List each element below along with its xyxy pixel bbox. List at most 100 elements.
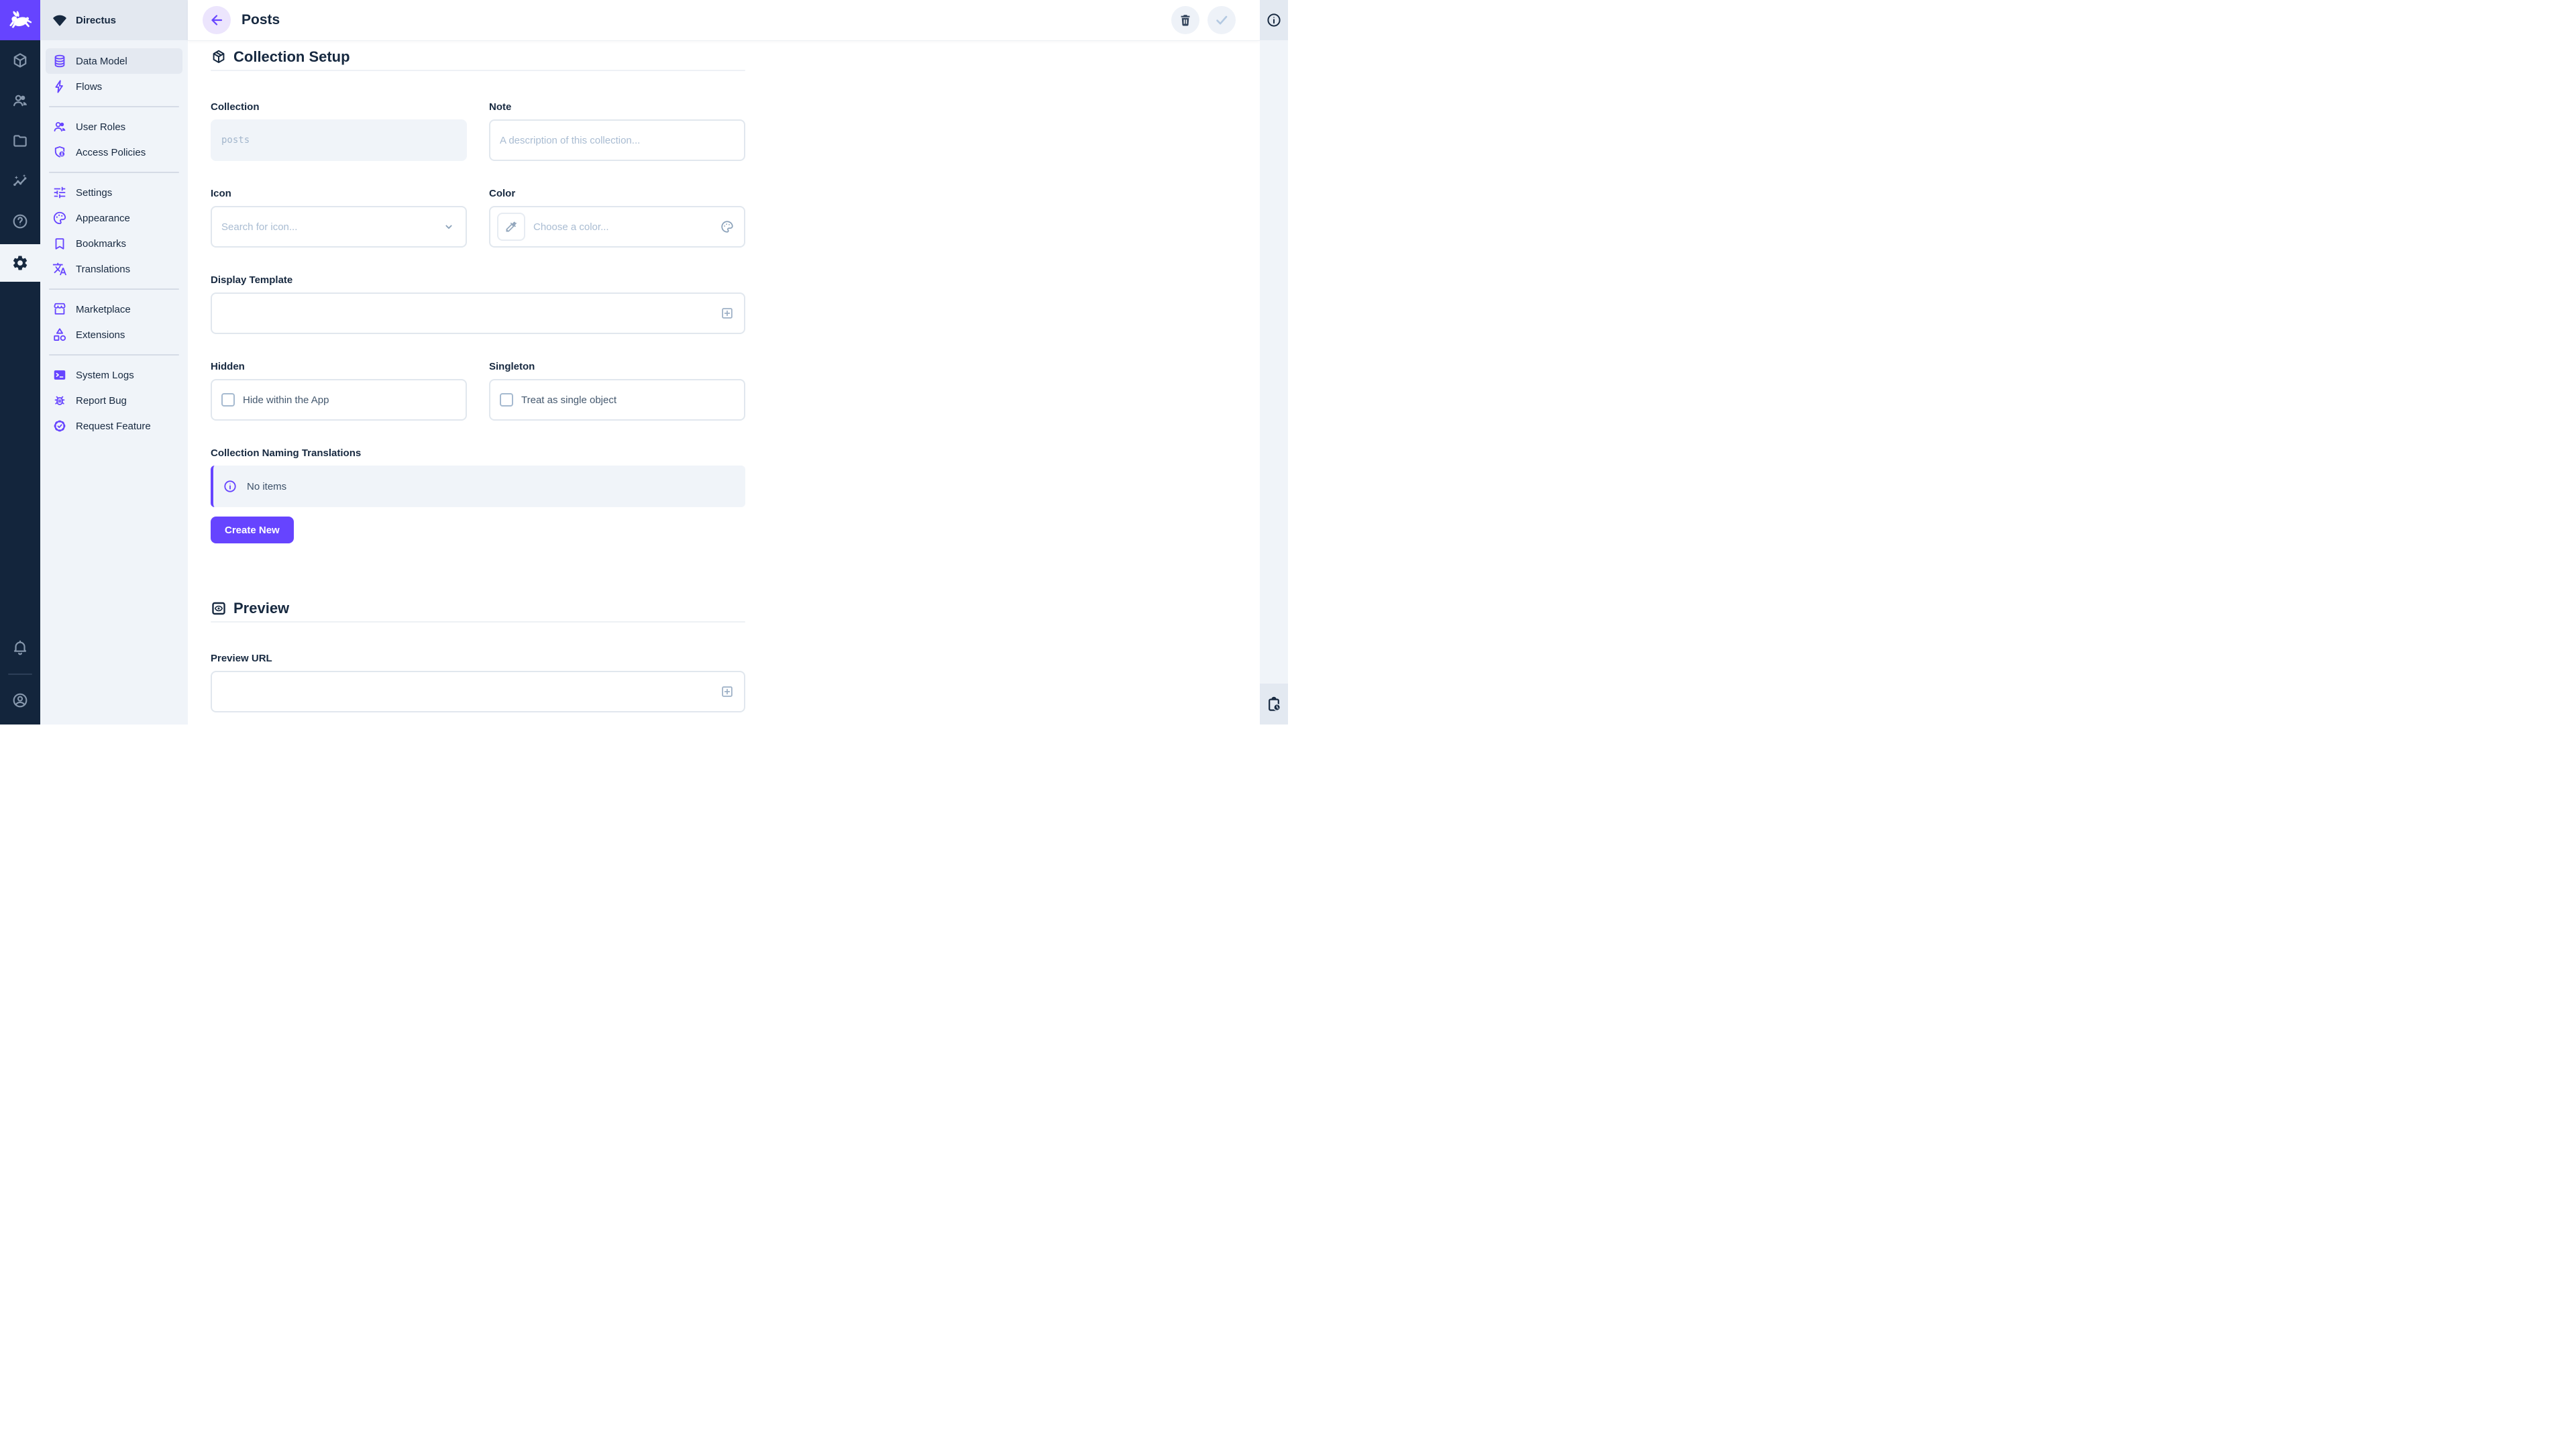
nav-sidebar: Directus Data Model (40, 0, 188, 724)
field-label: Preview URL (211, 653, 745, 665)
field-label: Hidden (211, 361, 467, 373)
nav-item-translations[interactable]: Translations (46, 256, 182, 282)
eyedropper-button[interactable] (497, 213, 525, 241)
nav-item-data-model[interactable]: Data Model (46, 48, 182, 74)
project-name: Directus (76, 15, 116, 26)
add-box-icon[interactable] (720, 306, 735, 321)
collection-value: posts (221, 135, 250, 146)
collection-setup-form: Collection posts Note Icon (211, 101, 745, 543)
preview-url-input-wrap[interactable] (211, 671, 745, 712)
module-insights-button[interactable] (0, 161, 40, 201)
right-sidebar-strip (1260, 0, 1288, 724)
info-panel-button[interactable] (1260, 0, 1288, 40)
module-file-library-button[interactable] (0, 121, 40, 161)
preview-url-input[interactable] (221, 686, 720, 698)
nav-item-label: Access Policies (76, 147, 146, 158)
nav-item-extensions[interactable]: Extensions (46, 322, 182, 347)
rabbit-logo-icon (7, 7, 33, 33)
nav-item-label: Extensions (76, 329, 125, 341)
nav-item-label: Settings (76, 187, 112, 199)
note-input[interactable] (500, 135, 735, 146)
collection-input-disabled: posts (211, 119, 467, 161)
singleton-checkbox-row[interactable]: Treat as single object (489, 379, 745, 421)
seal-check-icon (52, 418, 68, 434)
bookmark-icon (52, 235, 68, 252)
module-bar-divider (8, 674, 32, 675)
directus-logo-button[interactable] (0, 0, 40, 40)
icon-select[interactable] (211, 206, 467, 248)
save-button-disabled[interactable] (1208, 6, 1236, 34)
nav-item-marketplace[interactable]: Marketplace (46, 297, 182, 322)
nav-divider (49, 354, 179, 356)
display-template-input[interactable] (221, 308, 720, 319)
field-hidden: Hidden Hide within the App (211, 361, 467, 421)
field-label: Collection (211, 101, 467, 113)
chevron-down-icon[interactable] (441, 219, 456, 234)
section-divider (211, 70, 745, 71)
hidden-checkbox[interactable] (221, 393, 235, 407)
nav-item-bookmarks[interactable]: Bookmarks (46, 231, 182, 256)
check-icon (1214, 12, 1230, 28)
field-note: Note (489, 101, 745, 161)
notifications-button[interactable] (0, 628, 40, 668)
empty-items-text: No items (247, 481, 286, 492)
folder-icon (11, 132, 29, 150)
nav-item-appearance[interactable]: Appearance (46, 205, 182, 231)
field-label: Singleton (489, 361, 745, 373)
project-header[interactable]: Directus (40, 0, 188, 40)
module-bar-bottom (0, 628, 40, 724)
section-divider (211, 621, 745, 623)
shapes-category-icon (52, 327, 68, 343)
checkbox-label: Hide within the App (243, 394, 329, 406)
note-input-wrap (489, 119, 745, 161)
preview-form: Preview URL (211, 653, 745, 712)
page-title: Posts (241, 12, 280, 28)
nav-item-system-logs[interactable]: System Logs (46, 362, 182, 388)
back-button[interactable] (203, 6, 231, 34)
field-preview-url: Preview URL (211, 653, 745, 712)
field-label: Icon (211, 188, 467, 200)
field-display-template: Display Template (211, 274, 745, 334)
color-input[interactable] (533, 221, 720, 233)
nav-item-access-policies[interactable]: Access Policies (46, 140, 182, 165)
page-content: Collection Setup Collection posts Note (188, 41, 1260, 724)
module-content-button[interactable] (0, 40, 40, 80)
nav-item-user-roles[interactable]: User Roles (46, 114, 182, 140)
create-new-button[interactable]: Create New (211, 517, 294, 543)
icon-search-input[interactable] (221, 221, 441, 233)
singleton-checkbox[interactable] (500, 393, 513, 407)
collection-setup-section-head: Collection Setup (211, 47, 1260, 67)
account-button[interactable] (0, 680, 40, 720)
delete-button[interactable] (1171, 6, 1199, 34)
nav-item-label: Translations (76, 264, 130, 275)
bell-icon (11, 639, 29, 657)
nav-item-label: User Roles (76, 121, 125, 133)
nav-item-flows[interactable]: Flows (46, 74, 182, 99)
shield-person-icon (52, 144, 68, 160)
add-box-icon[interactable] (720, 684, 735, 699)
hidden-checkbox-row[interactable]: Hide within the App (211, 379, 467, 421)
nav-item-label: Appearance (76, 213, 130, 224)
preview-section-head: Preview (211, 598, 1260, 619)
module-settings-button[interactable] (0, 244, 40, 282)
nav-item-settings[interactable]: Settings (46, 180, 182, 205)
nav-item-request-feature[interactable]: Request Feature (46, 413, 182, 439)
palette-small-icon[interactable] (720, 219, 735, 234)
package-box-icon (211, 49, 227, 65)
display-template-input-wrap[interactable] (211, 292, 745, 334)
field-label: Collection Naming Translations (211, 447, 745, 460)
revisions-panel-button[interactable] (1260, 684, 1288, 724)
terminal-icon (52, 367, 68, 383)
account-circle-icon (11, 692, 29, 709)
nav-divider (49, 288, 179, 290)
help-icon (11, 213, 29, 230)
nav-item-label: Marketplace (76, 304, 131, 315)
module-user-directory-button[interactable] (0, 80, 40, 121)
module-bar (0, 0, 40, 724)
module-help-button[interactable] (0, 201, 40, 241)
nav-list: Data Model Flows (40, 40, 188, 439)
section-title: Collection Setup (233, 48, 350, 66)
field-singleton: Singleton Treat as single object (489, 361, 745, 421)
arrow-left-icon (209, 12, 225, 28)
nav-item-report-bug[interactable]: Report Bug (46, 388, 182, 413)
